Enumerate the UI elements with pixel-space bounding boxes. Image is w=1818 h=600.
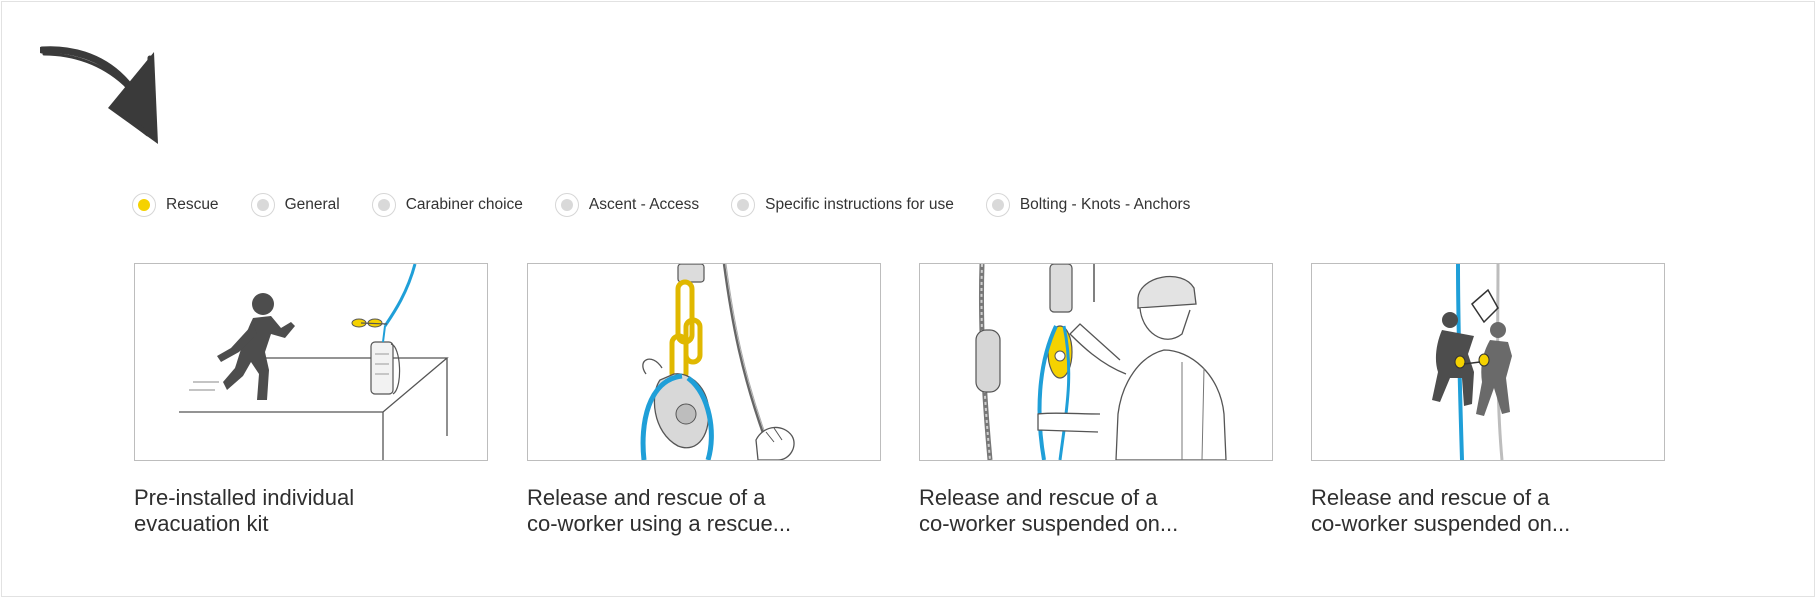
card-evacuation-kit[interactable]: Pre-installed individual evacuation kit: [134, 263, 488, 537]
filter-carabiner-choice[interactable]: Carabiner choice: [371, 193, 523, 217]
card-title-line: Release and rescue of a: [1311, 485, 1550, 510]
worker-with-descender-illustration: [975, 264, 1227, 460]
card-title-line: co-worker using a rescue...: [527, 511, 792, 536]
card-title-line: Pre-installed individual: [134, 485, 355, 510]
radio-selected-icon[interactable]: [132, 193, 156, 217]
card-worker-suspended-2[interactable]: Release and rescue of a co-worker suspen…: [1311, 263, 1665, 537]
card-title[interactable]: Release and rescue of a co-worker suspen…: [1311, 485, 1641, 537]
article-card-grid: Pre-installed individual evacuation kit: [134, 263, 1670, 563]
card-title[interactable]: Release and rescue of a co-worker using …: [527, 485, 857, 537]
filter-label: Ascent - Access: [588, 196, 700, 213]
card-thumbnail[interactable]: [134, 263, 488, 461]
radio-unselected-icon[interactable]: [250, 193, 275, 217]
card-title-line: Release and rescue of a: [919, 485, 1158, 510]
filter-label: Specific instructions for use: [765, 196, 954, 213]
card-thumbnail[interactable]: [919, 263, 1273, 461]
filter-specific-instructions[interactable]: Specific instructions for use: [731, 193, 954, 217]
page-frame: Rescue General Carabiner choice Ascent -…: [1, 1, 1815, 597]
card-title-line: Release and rescue of a: [527, 485, 766, 510]
filter-rescue[interactable]: Rescue: [132, 193, 219, 217]
card-thumbnail[interactable]: [1311, 263, 1665, 461]
filter-label: General: [284, 196, 340, 213]
card-rescue-pulley[interactable]: Release and rescue of a co-worker using …: [527, 263, 881, 537]
hand-drawn-arrow-icon: [40, 46, 158, 144]
filter-label: Rescue: [166, 196, 219, 213]
category-filter-bar: Rescue General Carabiner choice Ascent -…: [132, 190, 1222, 220]
card-worker-suspended-1[interactable]: Release and rescue of a co-worker suspen…: [919, 263, 1273, 537]
suspended-climbers-illustration: [1432, 264, 1512, 460]
filter-bolting-knots-anchors[interactable]: Bolting - Knots - Anchors: [985, 193, 1191, 217]
radio-unselected-icon[interactable]: [554, 193, 579, 217]
card-thumbnail[interactable]: [527, 263, 881, 461]
filter-ascent-access[interactable]: Ascent - Access: [554, 193, 700, 217]
filter-general[interactable]: General: [250, 193, 340, 217]
radio-unselected-icon[interactable]: [985, 193, 1010, 217]
filter-label: Bolting - Knots - Anchors: [1019, 196, 1191, 213]
rescue-pulley-illustration: [640, 264, 795, 460]
card-title-line: co-worker suspended on...: [919, 511, 1179, 536]
radio-unselected-icon[interactable]: [731, 193, 756, 217]
radio-unselected-icon[interactable]: [371, 193, 396, 217]
card-title-line: co-worker suspended on...: [1311, 511, 1571, 536]
card-title[interactable]: Release and rescue of a co-worker suspen…: [919, 485, 1249, 537]
filter-label: Carabiner choice: [405, 196, 523, 213]
evacuation-kit-illustration: [179, 264, 449, 460]
card-title[interactable]: Pre-installed individual evacuation kit: [134, 485, 464, 537]
card-title-line: evacuation kit: [134, 511, 269, 536]
